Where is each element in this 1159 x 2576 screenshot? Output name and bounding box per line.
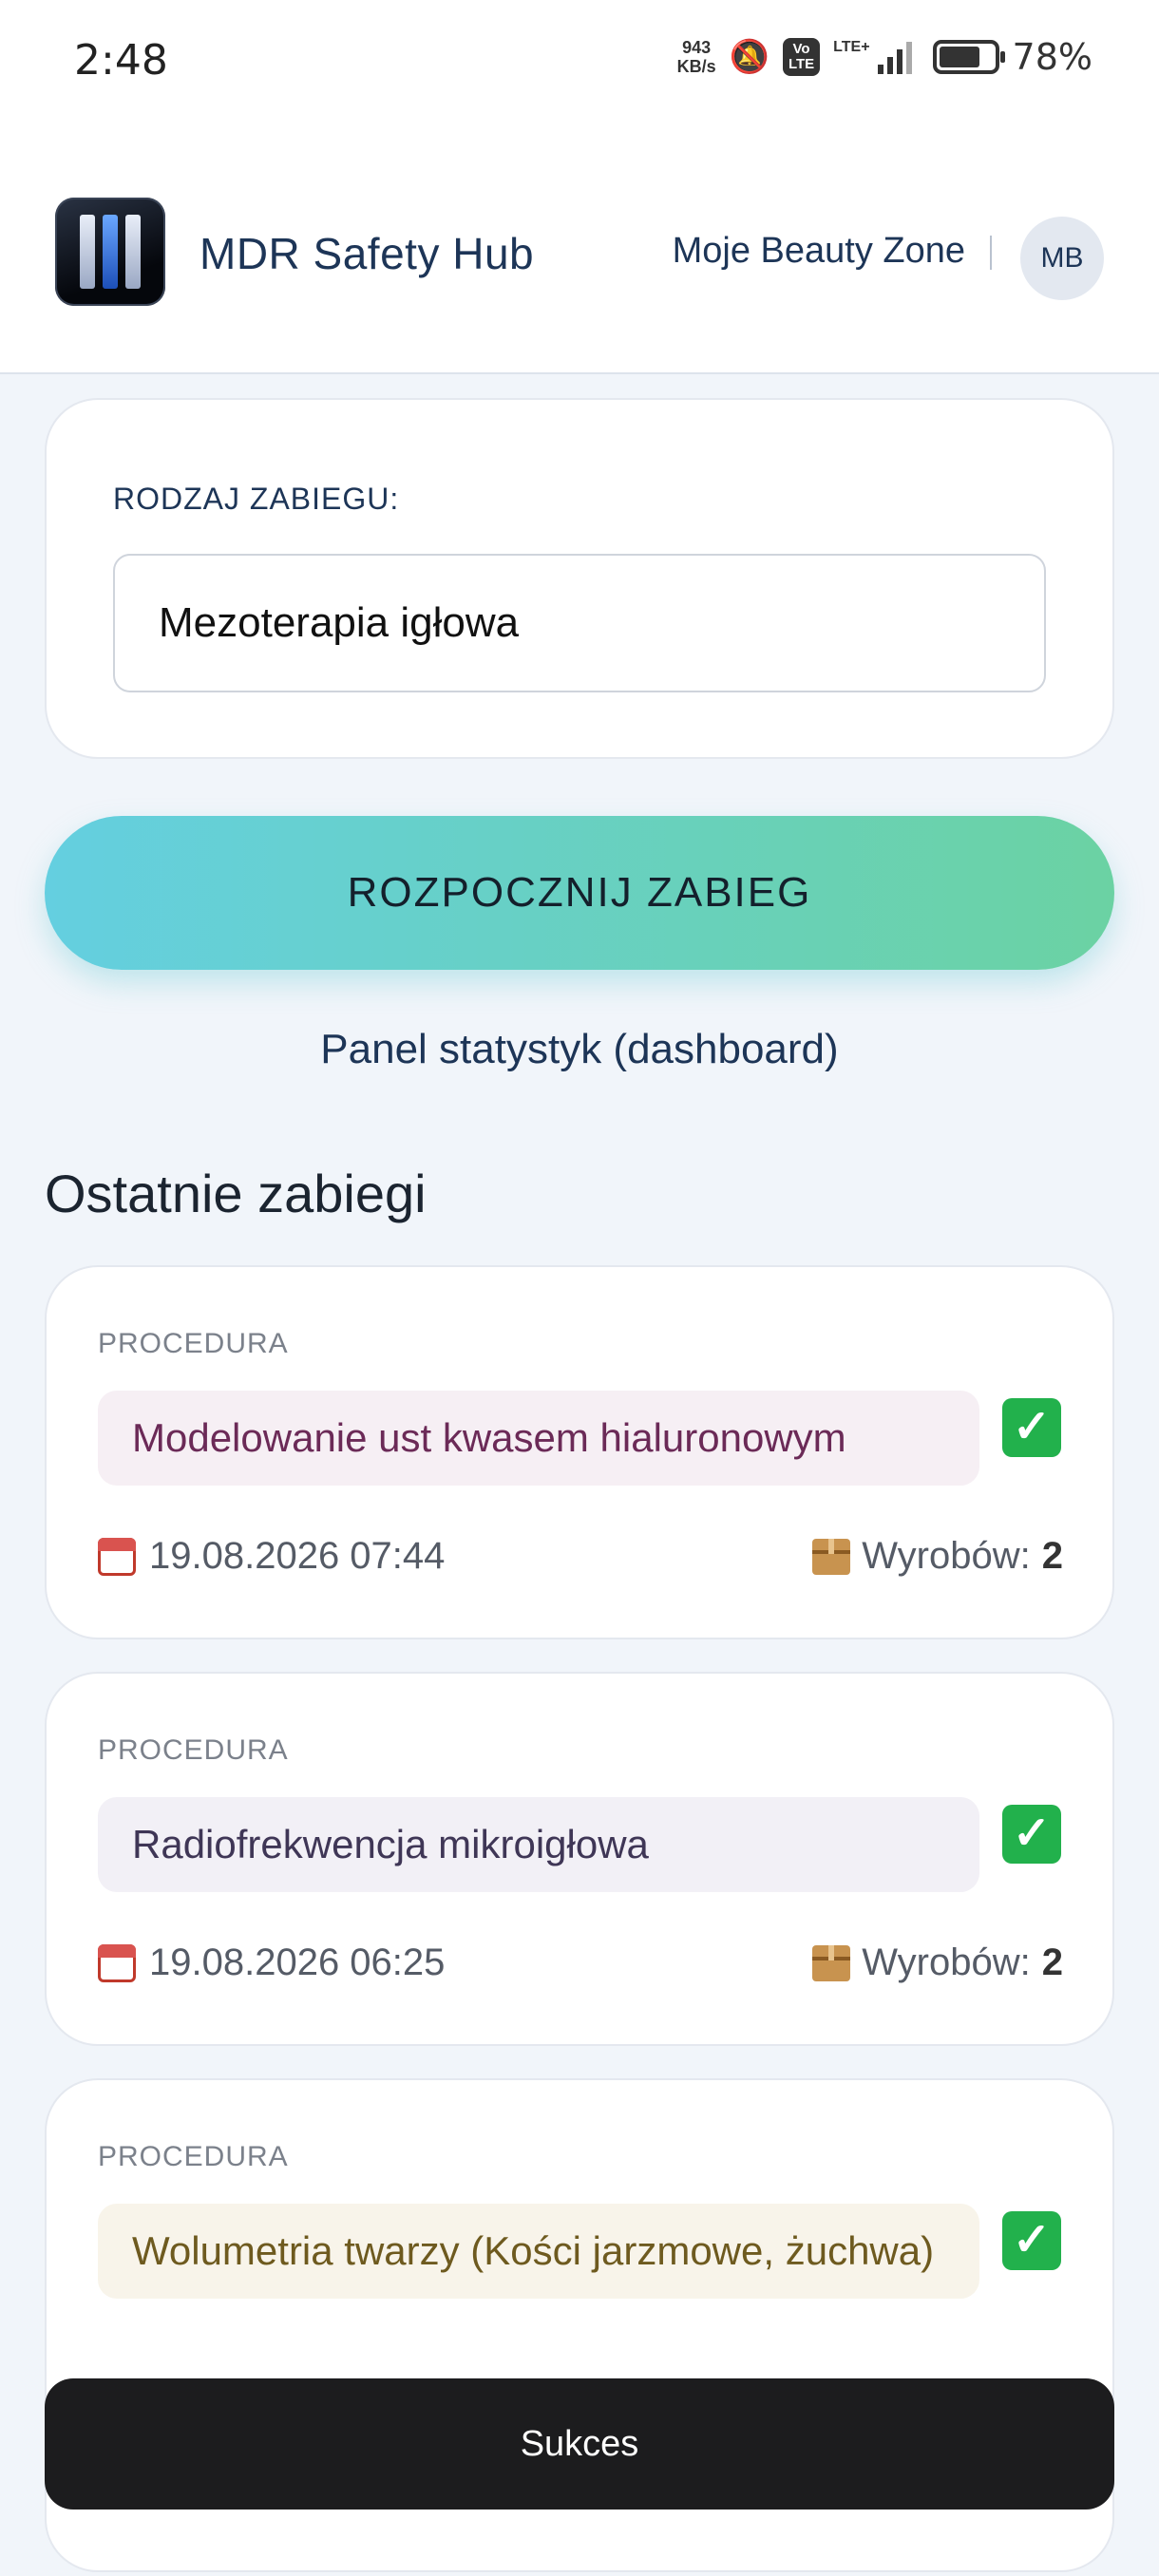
calendar-icon — [98, 1943, 136, 1982]
logo-bar — [80, 215, 95, 289]
success-toast: Sukces — [45, 2378, 1114, 2510]
status-bar: 2:48 943 KB/s 🔕 Vo LTE LTE+ 78% — [0, 0, 1159, 133]
app-header: MDR Safety Hub Moje Beauty Zone MB — [0, 133, 1159, 374]
procedure-label: PROCEDURA — [98, 1328, 289, 1359]
product-count: Wyrobów: 2 — [812, 1941, 1063, 1984]
volte-top: Vo — [792, 41, 810, 57]
dashboard-link[interactable]: Panel statystyk (dashboard) — [0, 1026, 1159, 1073]
procedure-name: Modelowanie ust kwasem hialuronowym — [98, 1391, 979, 1486]
procedure-type-card: RODZAJ ZABIEGU: Mezoterapia igłowa — [45, 398, 1114, 759]
product-count-value: 2 — [1041, 1535, 1063, 1577]
app-title[interactable]: MDR Safety Hub — [200, 228, 534, 279]
logo-bar — [125, 215, 141, 289]
business-name[interactable]: Moje Beauty Zone — [673, 231, 965, 272]
product-count: Wyrobów: 2 — [812, 1535, 1063, 1578]
network-speed-unit: KB/s — [676, 57, 716, 76]
product-count-value: 2 — [1041, 1941, 1063, 1983]
procedure-label: PROCEDURA — [98, 1734, 289, 1766]
procedure-date-text: 19.08.2026 07:44 — [149, 1535, 446, 1577]
procedure-type-select[interactable]: Mezoterapia igłowa — [113, 554, 1046, 692]
volte-icon: Vo LTE — [782, 38, 821, 76]
check-mark-icon: ✓ — [1002, 1805, 1061, 1864]
recent-procedure-card[interactable]: PROCEDURA Radiofrekwencja mikroigłowa ✓ … — [45, 1672, 1114, 2046]
recent-procedures-title: Ostatnie zabiegi — [45, 1164, 427, 1223]
procedure-date-text: 19.08.2026 06:25 — [149, 1941, 446, 1983]
procedure-name: Wolumetria twarzy (Kości jarzmowe, żuchw… — [98, 2204, 979, 2299]
signal-bar — [877, 65, 884, 74]
status-icons: 943 KB/s 🔕 Vo LTE LTE+ 78% — [677, 36, 1092, 78]
package-icon — [812, 1538, 851, 1575]
check-mark-icon: ✓ — [1002, 2211, 1061, 2270]
signal-bar — [905, 42, 912, 74]
avatar[interactable]: MB — [1020, 217, 1104, 300]
signal-icon — [877, 40, 912, 74]
recent-procedure-card[interactable]: PROCEDURA Modelowanie ust kwasem hialuro… — [45, 1265, 1114, 1639]
procedure-label: PROCEDURA — [98, 2141, 289, 2172]
battery-percent: 78% — [1012, 36, 1092, 78]
check-mark-icon: ✓ — [1002, 1398, 1061, 1457]
procedure-type-label: RODZAJ ZABIEGU: — [113, 482, 400, 516]
procedure-date: 19.08.2026 06:25 — [98, 1941, 445, 1984]
product-count-label: Wyrobów: — [862, 1941, 1031, 1983]
procedure-date: 19.08.2026 07:44 — [98, 1535, 445, 1578]
header-divider — [990, 236, 992, 270]
app-logo-icon[interactable] — [55, 198, 165, 306]
network-speed-value: 943 — [682, 38, 712, 57]
battery-icon — [932, 40, 1005, 74]
signal-bar — [886, 57, 893, 74]
lte-label: LTE+ — [833, 39, 870, 55]
status-time: 2:48 — [74, 36, 168, 85]
start-procedure-button[interactable]: ROZPOCZNIJ ZABIEG — [45, 816, 1114, 970]
signal-bar — [896, 49, 902, 74]
procedure-name: Radiofrekwencja mikroigłowa — [98, 1797, 979, 1892]
package-icon — [812, 1944, 851, 1981]
volte-bottom: LTE — [788, 56, 815, 72]
battery-level — [939, 47, 979, 67]
logo-bar — [103, 215, 118, 289]
product-count-label: Wyrobów: — [862, 1535, 1031, 1577]
bell-muted-icon: 🔕 — [729, 39, 770, 75]
calendar-icon — [98, 1537, 136, 1576]
network-speed: 943 KB/s — [677, 38, 716, 76]
